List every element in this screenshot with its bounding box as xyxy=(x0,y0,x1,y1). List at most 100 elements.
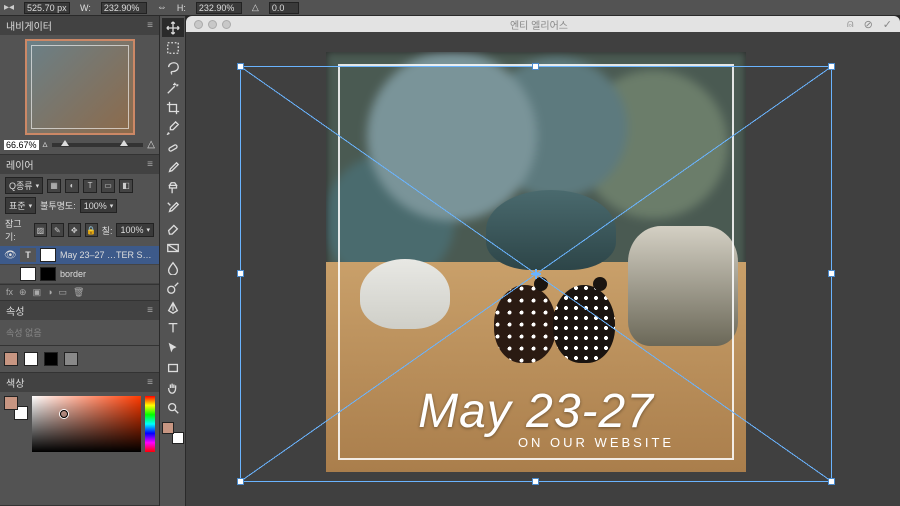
lock-all-icon[interactable]: 🔒 xyxy=(85,223,98,237)
w-field[interactable] xyxy=(101,2,147,14)
blend-mode-select[interactable]: 표준▾ xyxy=(5,197,36,214)
handle-top-left[interactable] xyxy=(237,63,244,70)
fill-field[interactable]: 100%▾ xyxy=(116,223,154,237)
dodge-tool[interactable] xyxy=(162,278,184,297)
layer-list: 👁 T May 23–27 …TER SQUARE border xyxy=(0,246,159,284)
filter-shape-icon[interactable]: ▭ xyxy=(101,179,115,193)
trash-icon[interactable]: 🗑 xyxy=(73,287,84,298)
move-tool[interactable] xyxy=(162,18,184,37)
properties-panel: 속성≡ 속성 없음 xyxy=(0,301,159,346)
swatch-row xyxy=(0,346,159,373)
fg-bg-swatch[interactable] xyxy=(4,396,28,420)
commit-transform-button[interactable]: ✓ xyxy=(883,18,892,31)
eraser-tool[interactable] xyxy=(162,218,184,237)
toolbar-fg-bg[interactable] xyxy=(162,422,184,444)
group-icon[interactable]: ◑ xyxy=(47,287,52,298)
swatch[interactable] xyxy=(4,352,18,366)
color-picker-field[interactable] xyxy=(32,396,141,452)
zoom-tool[interactable] xyxy=(162,398,184,417)
layer-filter-kind[interactable]: Q종류▾ xyxy=(5,177,43,194)
white-cup-icon xyxy=(360,259,450,329)
hand-tool[interactable] xyxy=(162,378,184,397)
layer-row[interactable]: border xyxy=(0,265,159,284)
zoom-out-icon[interactable]: ▵ xyxy=(43,139,48,150)
lock-transparent-icon[interactable]: ▨ xyxy=(34,223,47,237)
zoom-in-icon[interactable]: △ xyxy=(147,139,155,150)
panel-menu-icon[interactable]: ≡ xyxy=(147,305,153,316)
swatch[interactable] xyxy=(64,352,78,366)
layer-name[interactable]: May 23–27 …TER SQUARE xyxy=(60,250,155,260)
magic-wand-tool[interactable] xyxy=(162,78,184,97)
opacity-field[interactable]: 100%▾ xyxy=(80,199,118,213)
navigator-thumbnail[interactable] xyxy=(25,39,135,135)
handle-bot-left[interactable] xyxy=(237,478,244,485)
swatch[interactable] xyxy=(44,352,58,366)
handle-mid-right[interactable] xyxy=(828,270,835,277)
x-field[interactable] xyxy=(24,2,70,14)
h-field[interactable] xyxy=(196,2,242,14)
swatch[interactable] xyxy=(24,352,38,366)
crop-tool[interactable] xyxy=(162,98,184,117)
type-tool[interactable] xyxy=(162,318,184,337)
layer-thumb xyxy=(40,248,56,262)
angle-field[interactable] xyxy=(269,2,299,14)
traffic-lights[interactable] xyxy=(194,20,231,29)
chevron-down-icon: ▾ xyxy=(146,226,150,234)
navigator-zoom-value[interactable]: 66.67% xyxy=(4,140,39,150)
gradient-tool[interactable] xyxy=(162,238,184,257)
visibility-icon[interactable]: 👁 xyxy=(4,250,16,261)
left-panel-column: 내비게이터 ≡ 66.67% ▵ △ 레이어 ≡ Q종류▾ ▦ ◐ T ▭ ◧ 표준… xyxy=(0,16,160,506)
ceramic-bird-icon xyxy=(494,285,556,363)
anti-alias-icon[interactable]: ⍝ xyxy=(847,18,854,31)
lock-brush-icon[interactable]: ✎ xyxy=(51,223,64,237)
rectangle-tool[interactable] xyxy=(162,358,184,377)
panel-menu-icon[interactable]: ≡ xyxy=(147,377,153,388)
fill-label: 칠: xyxy=(102,224,113,237)
teal-bowl-icon xyxy=(486,190,616,270)
pen-tool[interactable] xyxy=(162,298,184,317)
picker-cursor-icon xyxy=(60,410,68,418)
layers-footer: fx ⊕ ▣ ◑ ▭ 🗑 xyxy=(0,284,159,300)
window-titlebar: 엔티 엘리어스 ⍝ ⊘ ✓ xyxy=(186,16,900,32)
filter-image-icon[interactable]: ▦ xyxy=(47,179,61,193)
link-wh-icon[interactable]: ⇔ xyxy=(157,2,167,13)
handle-top-right[interactable] xyxy=(828,63,835,70)
brush-tool[interactable] xyxy=(162,158,184,177)
hue-strip[interactable] xyxy=(145,396,155,452)
document-window: 엔티 엘리어스 ⍝ ⊘ ✓ May 23-27 ON OUR WEBSITE xyxy=(186,16,900,506)
new-layer-icon[interactable]: ▭ xyxy=(59,287,68,298)
navigator-title: 내비게이터 xyxy=(6,18,52,33)
h-label: H: xyxy=(177,3,186,13)
handle-bot-mid[interactable] xyxy=(532,478,539,485)
ceramic-bird-icon xyxy=(553,285,615,363)
eyedropper-tool[interactable] xyxy=(162,118,184,137)
layer-mask-thumb xyxy=(40,267,56,281)
history-brush-tool[interactable] xyxy=(162,198,184,217)
clone-tool[interactable] xyxy=(162,178,184,197)
cancel-transform-button[interactable]: ⊘ xyxy=(864,18,873,31)
handle-mid-left[interactable] xyxy=(237,270,244,277)
panel-menu-icon[interactable]: ≡ xyxy=(147,159,153,170)
layer-name[interactable]: border xyxy=(60,269,155,279)
filter-adjust-icon[interactable]: ◐ xyxy=(65,179,79,193)
panel-menu-icon[interactable]: ≡ xyxy=(147,20,153,31)
layers-title: 레이어 xyxy=(6,157,34,172)
fx-icon[interactable]: fx xyxy=(6,287,13,298)
marquee-tool[interactable] xyxy=(162,38,184,57)
filter-type-icon[interactable]: T xyxy=(83,179,97,193)
handle-bot-right[interactable] xyxy=(828,478,835,485)
lock-move-icon[interactable]: ✥ xyxy=(68,223,81,237)
heal-tool[interactable] xyxy=(162,138,184,157)
mask-icon[interactable]: ⊕ xyxy=(19,287,27,298)
path-select-tool[interactable] xyxy=(162,338,184,357)
layer-row[interactable]: 👁 T May 23–27 …TER SQUARE xyxy=(0,246,159,265)
transform-ref-icon[interactable]: ▸◂ xyxy=(4,2,14,13)
filter-smart-icon[interactable]: ◧ xyxy=(119,179,133,193)
tools-toolbar xyxy=(160,16,186,506)
new-fill-icon[interactable]: ▣ xyxy=(33,287,42,298)
blur-tool[interactable] xyxy=(162,258,184,277)
canvas-area[interactable]: May 23-27 ON OUR WEBSITE xyxy=(186,32,900,506)
lasso-tool[interactable] xyxy=(162,58,184,77)
layers-panel: 레이어≡ Q종류▾ ▦ ◐ T ▭ ◧ 표준▾ 불투명도: 100%▾ 잠그기:… xyxy=(0,155,159,301)
navigator-zoom-slider[interactable] xyxy=(52,143,144,147)
